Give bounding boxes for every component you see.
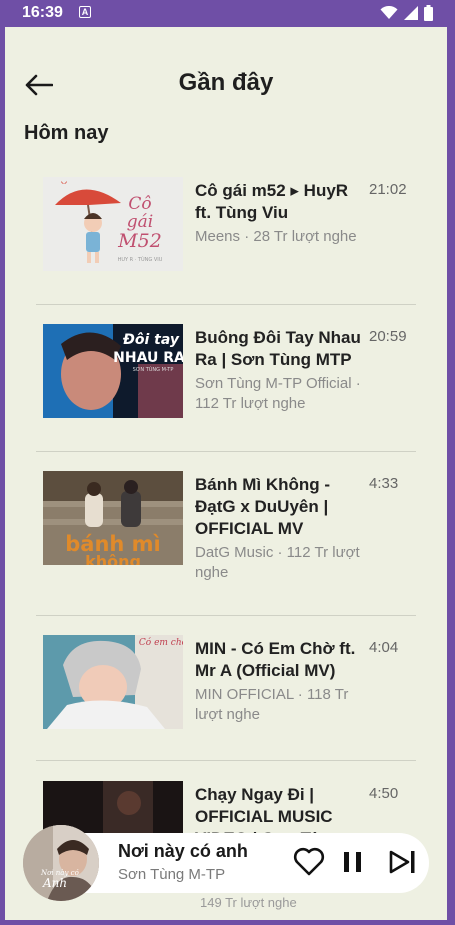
signal-icon [404, 6, 418, 20]
song-thumbnail: Có em chờ [43, 635, 183, 729]
notification-a-icon: A [79, 6, 91, 18]
next-button[interactable] [386, 845, 420, 879]
divider [36, 451, 416, 452]
heart-icon [293, 847, 325, 876]
song-thumbnail: Cô gái M52 HUY R · TÙNG VIU [43, 177, 183, 271]
app-header: Gần đây [5, 67, 447, 107]
song-thumbnail: Đôi tay NHAU RA SƠN TÙNG M-TP [43, 324, 183, 418]
navigation-bar [0, 920, 455, 925]
song-meta: DatG Music · 112 Tr lượt nghe [195, 544, 360, 581]
song-thumbnail: bánh mì không [43, 471, 183, 565]
svg-text:NHAU RA: NHAU RA [113, 350, 183, 366]
song-duration: 21:02 [369, 181, 407, 198]
divider [36, 760, 416, 761]
pause-icon [344, 852, 361, 872]
song-item[interactable]: Có em chờ MIN - Có Em Chờ ft. Mr A (Offi… [5, 635, 447, 745]
svg-text:Đôi tay: Đôi tay [122, 332, 180, 348]
screen: Gần đây Hôm nay Cô gái M52 HUY R · TÙNG … [5, 27, 447, 920]
song-meta: Sơn Tùng M-TP Official · 112 Tr lượt ngh… [195, 375, 361, 412]
song-meta-partial: 149 Tr lượt nghe [200, 895, 297, 910]
svg-text:Cô: Cô [128, 194, 151, 214]
battery-icon [424, 5, 433, 21]
svg-text:không: không [85, 552, 141, 565]
song-meta: Meens · 28 Tr lượt nghe [195, 228, 357, 245]
song-title: MIN - Có Em Chờ ft. Mr A (Official MV) [195, 639, 356, 680]
song-title: Bánh Mì Không - ĐạtG x DuUyên | OFFICIAL… [195, 475, 331, 538]
song-item[interactable]: Cô gái M52 HUY R · TÙNG VIU Cô gái m52 ▸… [5, 177, 447, 277]
song-meta: MIN OFFICIAL · 118 Tr lượt nghe [195, 686, 349, 723]
song-title: Buông Đôi Tay Nhau Ra | Sơn Tùng MTP [195, 328, 361, 369]
skip-next-icon [389, 850, 415, 874]
system-icons [380, 5, 433, 21]
song-item[interactable]: Đôi tay NHAU RA SƠN TÙNG M-TP Buông Đôi … [5, 324, 447, 424]
svg-text:Có em chờ: Có em chờ [139, 637, 183, 648]
song-title: Cô gái m52 ▸ HuyR ft. Tùng Viu [195, 181, 349, 222]
song-item[interactable]: bánh mì không Bánh Mì Không - ĐạtG x DuU… [5, 471, 447, 601]
svg-text:M52: M52 [117, 230, 162, 252]
mini-player-artist: Sơn Tùng M-TP [118, 866, 226, 883]
status-bar: 16:39 A [0, 0, 455, 27]
section-title: Hôm nay [24, 122, 109, 144]
page-title: Gần đây [178, 69, 274, 96]
mini-player-cover[interactable]: Nơi này có Anh [23, 825, 99, 901]
pause-button[interactable] [336, 845, 370, 879]
status-time: 16:39 [22, 4, 63, 21]
divider [36, 304, 416, 305]
wifi-icon [380, 6, 398, 19]
svg-text:HUY R · TÙNG VIU: HUY R · TÙNG VIU [118, 256, 163, 263]
song-duration: 4:04 [369, 639, 399, 656]
song-duration: 4:33 [369, 475, 399, 492]
divider [36, 615, 416, 616]
svg-text:gái: gái [127, 212, 153, 232]
like-button[interactable] [292, 845, 326, 879]
mini-player-title: Nơi này có anh [118, 841, 248, 861]
svg-text:Anh: Anh [42, 876, 67, 890]
song-duration: 4:50 [369, 785, 399, 802]
song-duration: 20:59 [369, 328, 407, 345]
svg-text:SƠN TÙNG M-TP: SƠN TÙNG M-TP [133, 366, 174, 373]
